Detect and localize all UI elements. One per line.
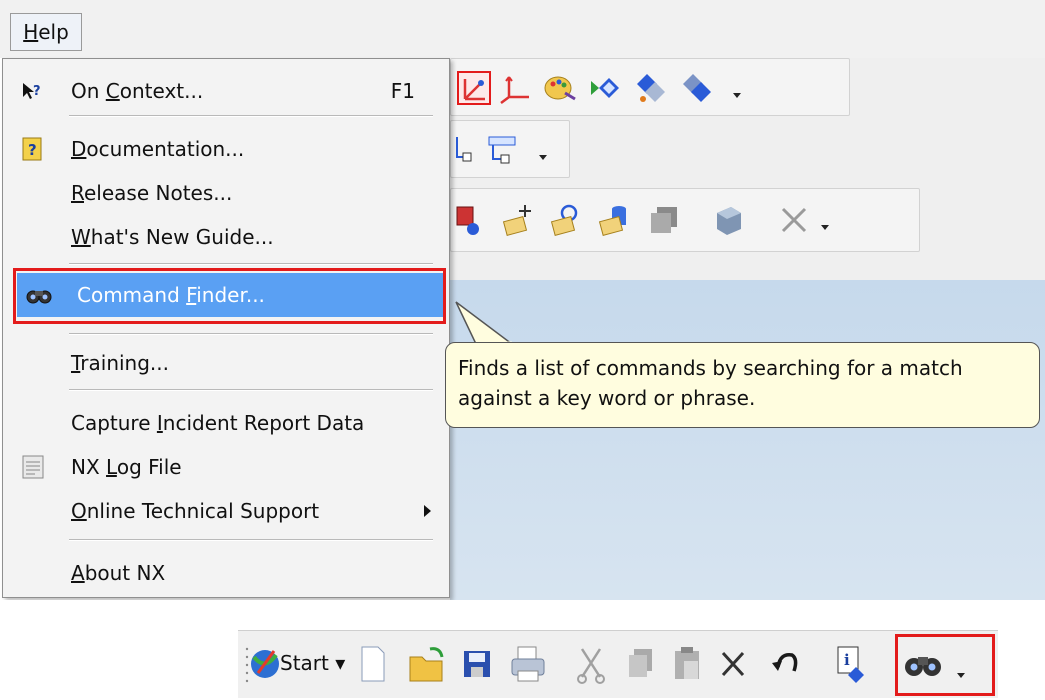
delete-icon[interactable] — [716, 641, 750, 687]
solid-copy-icon[interactable] — [647, 203, 681, 237]
menu-separator — [69, 263, 433, 265]
help-label-rest: elp — [38, 20, 69, 44]
pointer-help-icon: ? — [19, 77, 47, 105]
menu-item-documentation[interactable]: ? Documentation... — [11, 127, 441, 171]
tooltip-line-2: against a key word or phrase. — [458, 386, 756, 410]
shortcut-label: F1 — [390, 79, 415, 103]
toolbar-area — [450, 58, 1045, 280]
layer-icon[interactable] — [633, 71, 667, 105]
menu-item-online-support[interactable]: Online Technical Support — [11, 489, 441, 533]
menu-item-label: Training... — [71, 351, 169, 375]
command-finder-callout-box — [13, 268, 446, 324]
menu-item-training[interactable]: Training... — [11, 341, 441, 385]
menu-item-label: NX Log File — [71, 455, 182, 479]
svg-text:i: i — [844, 651, 850, 669]
menu-item-release-notes[interactable]: Release Notes... — [11, 171, 441, 215]
menu-separator — [69, 389, 433, 391]
submenu-arrow-icon — [424, 505, 431, 517]
menu-item-nx-log-file[interactable]: NX Log File — [11, 445, 441, 489]
toolbar-row-3 — [450, 188, 920, 252]
menu-item-label: Release Notes... — [71, 181, 233, 205]
help-mnemonic: H — [23, 20, 39, 44]
svg-text:?: ? — [33, 84, 41, 99]
nx-window-screenshot: Help ? On Context... F1 ? Documentation.… — [0, 0, 1045, 600]
menu-item-about-nx[interactable]: About NX — [11, 551, 441, 595]
new-file-icon[interactable] — [356, 641, 390, 687]
menu-item-label: Documentation... — [71, 137, 245, 161]
menu-item-label: What's New Guide... — [71, 225, 274, 249]
menu-item-label: On Context... — [71, 79, 204, 103]
save-icon[interactable] — [460, 641, 494, 687]
command-finder-tooltip: Finds a list of commands by searching fo… — [445, 342, 1040, 428]
standard-toolbar: Start ▾ i — [238, 630, 998, 698]
menu-item-label: Capture Incident Report Data — [71, 411, 365, 435]
menu-item-label: Online Technical Support — [71, 499, 320, 523]
help-dropdown-menu: ? On Context... F1 ? Documentation... Re… — [2, 58, 450, 598]
toolbar-dropdown-icon[interactable] — [529, 133, 563, 167]
assembly-navigator-icon[interactable] — [487, 133, 521, 167]
start-button[interactable] — [248, 641, 282, 687]
menu-bar: Help — [0, 0, 1045, 58]
menu-item-label: About NX — [71, 561, 166, 585]
delete-icon[interactable] — [777, 203, 811, 237]
svg-text:?: ? — [28, 141, 37, 159]
menu-separator — [69, 115, 433, 117]
start-label[interactable]: Start ▾ — [280, 651, 345, 675]
tooltip-line-1: Finds a list of commands by searching fo… — [458, 356, 963, 380]
toolbar-dropdown-icon[interactable] — [811, 203, 845, 237]
toolbar-dropdown-icon[interactable] — [723, 71, 757, 105]
layer-move-icon[interactable] — [679, 71, 713, 105]
log-file-icon — [19, 453, 47, 481]
toolbar-row-1 — [450, 58, 850, 116]
palette-icon[interactable] — [543, 71, 577, 105]
body-icon[interactable] — [711, 203, 745, 237]
open-folder-icon[interactable] — [408, 641, 448, 687]
undo-icon[interactable] — [768, 641, 802, 687]
component-icon[interactable] — [451, 203, 485, 237]
assembly-tree-icon[interactable] — [451, 133, 485, 167]
menu-item-whats-new[interactable]: What's New Guide... — [11, 215, 441, 259]
menu-item-on-context[interactable]: ? On Context... F1 — [11, 69, 441, 113]
toolbar-row-2 — [450, 120, 570, 178]
help-menu-title[interactable]: Help — [10, 13, 82, 51]
help-book-icon: ? — [19, 135, 47, 163]
graphics-viewport[interactable] — [450, 280, 1045, 600]
menu-separator — [69, 333, 433, 335]
print-icon[interactable] — [508, 641, 548, 687]
wcs-orient-icon[interactable] — [457, 71, 491, 105]
find-note-icon[interactable] — [549, 203, 583, 237]
add-note-icon[interactable] — [501, 203, 535, 237]
cut-icon[interactable] — [574, 641, 608, 687]
csys-icon[interactable] — [499, 71, 533, 105]
paste-icon[interactable] — [670, 641, 704, 687]
command-finder-button-callout — [895, 634, 995, 696]
tooltip-pointer — [455, 301, 514, 345]
menu-separator — [69, 539, 433, 541]
copy-icon[interactable] — [624, 641, 658, 687]
information-icon[interactable]: i — [834, 641, 868, 687]
menu-item-capture-incident[interactable]: Capture Incident Report Data — [11, 401, 441, 445]
database-note-icon[interactable] — [597, 203, 631, 237]
play-diamond-icon[interactable] — [589, 71, 623, 105]
